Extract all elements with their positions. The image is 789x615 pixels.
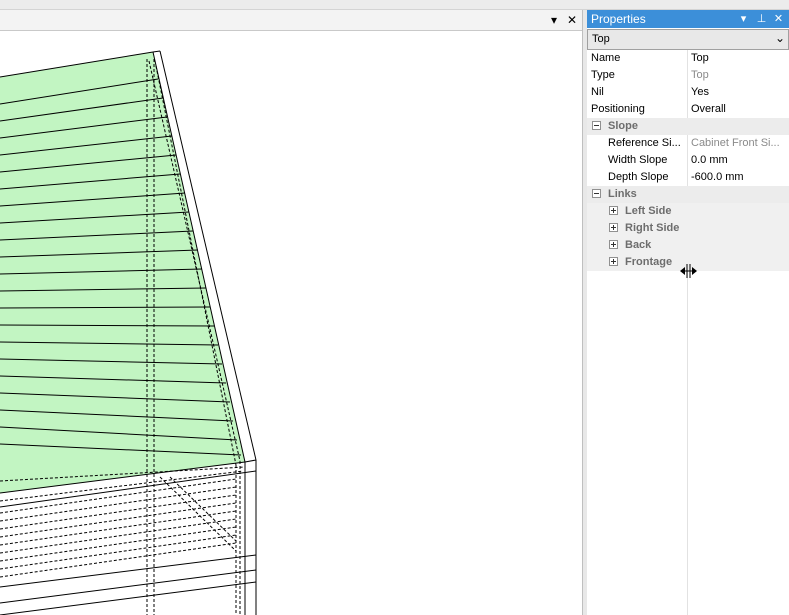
expand-icon[interactable]: [609, 240, 618, 249]
property-value[interactable]: Yes: [691, 86, 787, 98]
column-resize-cursor-icon: [680, 264, 697, 278]
collapse-icon[interactable]: [592, 121, 601, 130]
link-item-right-side[interactable]: Right Side: [587, 220, 789, 237]
link-label: Frontage: [625, 256, 673, 268]
property-value[interactable]: -600.0 mm: [691, 171, 787, 183]
property-label: Reference Si...: [608, 137, 681, 149]
property-label: Positioning: [591, 103, 645, 115]
viewport-header: ▾ ✕: [0, 10, 582, 31]
property-label: Nil: [591, 86, 604, 98]
link-item-back[interactable]: Back: [587, 237, 789, 254]
property-value[interactable]: Top: [691, 52, 787, 64]
dropdown-triangle-icon[interactable]: ▾: [547, 13, 561, 27]
property-row-reference-side[interactable]: Reference Si... Cabinet Front Si...: [587, 135, 789, 152]
link-label: Back: [625, 239, 652, 251]
link-label: Right Side: [625, 222, 680, 234]
expand-icon[interactable]: [609, 257, 618, 266]
property-value[interactable]: Overall: [691, 103, 787, 115]
close-icon[interactable]: ✕: [772, 11, 785, 27]
pin-icon[interactable]: ⊥: [755, 11, 768, 27]
close-icon[interactable]: ✕: [565, 13, 579, 27]
category-slope[interactable]: Slope: [587, 118, 789, 135]
properties-title-bar: Properties ▾ ⊥ ✕: [587, 10, 789, 28]
link-item-left-side[interactable]: Left Side: [587, 203, 789, 220]
property-label: Type: [591, 69, 615, 81]
category-links[interactable]: Links: [587, 186, 789, 203]
properties-title: Properties: [591, 12, 646, 26]
object-selector-value: Top: [592, 33, 610, 45]
chevron-down-icon[interactable]: ⌄: [775, 31, 785, 45]
property-row-width-slope[interactable]: Width Slope 0.0 mm: [587, 152, 789, 169]
property-row-depth-slope[interactable]: Depth Slope -600.0 mm: [587, 169, 789, 186]
top-panel: [0, 50, 257, 615]
property-grid: Name Top Type Top Nil Yes Positioning Ov…: [587, 50, 789, 271]
collapse-icon[interactable]: [592, 189, 601, 198]
properties-panel: Properties ▾ ⊥ ✕ Top ⌄ Name Top Type Top…: [587, 10, 789, 615]
category-label: Slope: [608, 120, 638, 132]
viewport-window: ▾ ✕: [0, 10, 582, 615]
property-row-type[interactable]: Type Top: [587, 67, 789, 84]
dropdown-triangle-icon[interactable]: ▾: [737, 11, 750, 27]
property-value: Cabinet Front Si...: [691, 137, 780, 149]
property-label: Name: [591, 52, 621, 64]
property-value: Top: [691, 69, 709, 81]
property-label: Depth Slope: [608, 171, 669, 183]
category-label: Links: [608, 188, 637, 200]
top-strip: [0, 0, 789, 10]
3d-viewport[interactable]: [0, 31, 582, 615]
expand-icon[interactable]: [609, 206, 618, 215]
object-selector[interactable]: Top ⌄: [587, 29, 789, 50]
link-label: Left Side: [625, 205, 672, 217]
expand-icon[interactable]: [609, 223, 618, 232]
cabinet-drawing: [0, 50, 257, 615]
property-row-positioning[interactable]: Positioning Overall: [587, 101, 789, 118]
property-row-name[interactable]: Name Top: [587, 50, 789, 67]
property-label: Width Slope: [608, 154, 668, 166]
property-row-nil[interactable]: Nil Yes: [587, 84, 789, 101]
property-value[interactable]: 0.0 mm: [691, 154, 787, 166]
